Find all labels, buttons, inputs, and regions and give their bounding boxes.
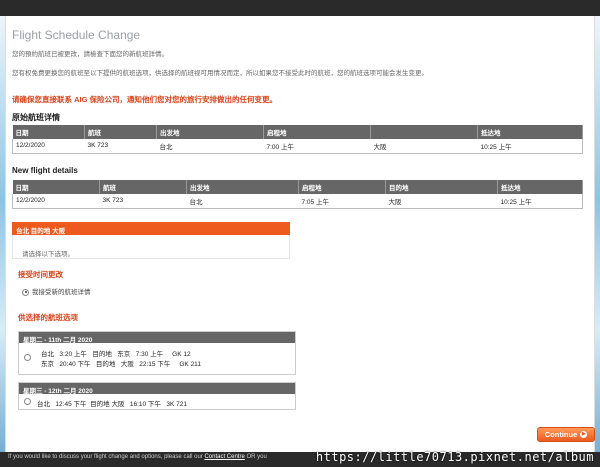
new-flight-table: 日期 航班 出发地 启程地 目的地 抵达地 12/2/2020 3K 723 台… bbox=[12, 180, 583, 209]
option-date-header: 星期三 - 12th 二月 2020 bbox=[19, 383, 295, 395]
col-origin: 出发地 bbox=[186, 180, 299, 194]
option-body: 台北 3:20 上午 目的地 东京 7:30 上午 GK 12 东京 20:40… bbox=[19, 343, 295, 374]
accept-change-title: 接受时间更改 bbox=[18, 270, 63, 279]
segment-row: 台北 3:20 上午 目的地 东京 7:30 上午 GK 12 bbox=[41, 348, 191, 358]
seg-arr: 16:10 下午 bbox=[129, 401, 161, 408]
accept-radio[interactable] bbox=[22, 288, 29, 296]
option-2-radio[interactable] bbox=[24, 398, 31, 405]
aig-notice: 请确保您直接联系 AIG 保险公司，通知他们您对您的旅行安排做出的任何变更。 bbox=[12, 95, 277, 104]
seg-from: 东京 bbox=[41, 361, 54, 368]
seg-flight: GK 12 bbox=[172, 351, 191, 358]
col-date: 日期 bbox=[12, 125, 85, 139]
option-body: 台北 12:45 下午 目的地 大阪 16:10 下午 3K 721 bbox=[19, 394, 295, 409]
col-origin: 出发地 bbox=[156, 125, 264, 139]
original-flight-table: 日期 航班 出发地 启程地 抵达地 12/2/2020 3K 723 台北 7:… bbox=[12, 125, 583, 154]
contact-centre-link[interactable]: Contact Centre bbox=[204, 454, 244, 460]
col-destination: 目的地 bbox=[385, 180, 498, 194]
seg-from: 台北 bbox=[41, 351, 54, 358]
seg-arr: 7:30 上午 bbox=[135, 351, 164, 358]
top-bar bbox=[0, 0, 600, 16]
cell-destination: 大阪 bbox=[385, 194, 498, 209]
col-date: 日期 bbox=[12, 180, 100, 194]
route-header: 台北 目的地 大阪 bbox=[12, 222, 290, 235]
segment-row: 东京 20:40 下午 目的地 大阪 22:15 下午 GK 211 bbox=[41, 358, 201, 368]
continue-button[interactable]: Continue ▶ bbox=[537, 427, 595, 442]
footer-text: If you would like to discuss your flight… bbox=[8, 454, 203, 460]
col-arrival: 抵达地 bbox=[497, 180, 583, 194]
seg-to-label: 目的地 bbox=[90, 401, 110, 408]
seg-arr: 22:15 下午 bbox=[139, 361, 171, 368]
seg-flight: 3K 721 bbox=[166, 401, 187, 408]
cell-arrival: 10:25 上午 bbox=[477, 139, 583, 154]
select-hint: 请选择以下选项。 bbox=[22, 251, 74, 258]
col-flight: 航班 bbox=[84, 125, 157, 139]
segment-row: 台北 12:45 下午 目的地 大阪 16:10 下午 3K 721 bbox=[37, 398, 187, 408]
cell-departure: 7:00 上午 bbox=[263, 139, 371, 154]
flight-option-1[interactable]: 星期二 - 11th 二月 2020 台北 3:20 上午 目的地 东京 7:3… bbox=[18, 331, 296, 375]
accept-option[interactable]: 我接受新的航班详情 bbox=[22, 286, 91, 296]
seg-from: 台北 bbox=[37, 401, 50, 408]
cell-origin: 台北 bbox=[186, 194, 299, 209]
arrow-right-icon: ▶ bbox=[580, 431, 588, 438]
seg-dep: 3:20 上午 bbox=[59, 351, 87, 358]
intro-text-1: 您的預約航班已被更改，請檢查下面您的新航班詳情。 bbox=[12, 51, 168, 58]
col-flight: 航班 bbox=[99, 180, 187, 194]
cell-departure: 7:05 上午 bbox=[298, 194, 386, 209]
cell-date: 12/2/2020 bbox=[12, 194, 100, 209]
flight-change-panel: Flight Schedule Change 您的預約航班已被更改，請檢查下面您… bbox=[5, 16, 595, 452]
seg-dep: 20:40 下午 bbox=[59, 361, 91, 368]
cell-destination: 大阪 bbox=[370, 139, 478, 154]
seg-to-label: 目的地 bbox=[95, 361, 116, 368]
intro-text-2: 您有权免费更换您的航班至以下提供的航班选项，供选择的航班视可用情况而定，所以如果… bbox=[12, 70, 428, 77]
footer-tail: OR you bbox=[246, 454, 267, 460]
seg-flight: GK 211 bbox=[179, 361, 201, 368]
seg-to: 东京 bbox=[117, 351, 131, 358]
option-date-header: 星期二 - 11th 二月 2020 bbox=[19, 332, 295, 344]
watermark: https://little70713.pixnet.net/album bbox=[315, 450, 594, 464]
cell-flight: 3K 723 bbox=[99, 194, 187, 209]
col-destination bbox=[370, 125, 478, 139]
cell-flight: 3K 723 bbox=[84, 139, 157, 154]
continue-label: Continue bbox=[544, 430, 578, 439]
new-flight-title: New flight details bbox=[12, 166, 78, 175]
accept-option-label: 我接受新的航班详情 bbox=[32, 289, 91, 296]
seg-to: 大阪 bbox=[111, 401, 125, 408]
seg-to-label: 目的地 bbox=[92, 351, 112, 358]
table-row: 12/2/2020 3K 723 台北 7:05 上午 大阪 10:25 上午 bbox=[12, 194, 583, 209]
table-row: 12/2/2020 3K 723 台北 7:00 上午 大阪 10:25 上午 bbox=[12, 139, 583, 154]
flight-options-title: 供选择的航班选项 bbox=[18, 313, 78, 322]
flight-option-2[interactable]: 星期三 - 12th 二月 2020 台北 12:45 下午 目的地 大阪 16… bbox=[18, 382, 296, 410]
cell-date: 12/2/2020 bbox=[12, 139, 85, 154]
original-flight-title: 原始航班详情 bbox=[12, 113, 60, 122]
seg-to: 大阪 bbox=[120, 361, 134, 368]
seg-dep: 12:45 下午 bbox=[55, 401, 87, 408]
option-1-radio[interactable] bbox=[24, 354, 31, 361]
cell-origin: 台北 bbox=[156, 139, 264, 154]
col-arrival: 抵达地 bbox=[477, 125, 583, 139]
col-departure: 启程地 bbox=[263, 125, 371, 139]
page-title: Flight Schedule Change bbox=[12, 28, 141, 42]
col-departure: 启程地 bbox=[298, 180, 386, 194]
cell-arrival: 10:25 上午 bbox=[497, 194, 583, 209]
